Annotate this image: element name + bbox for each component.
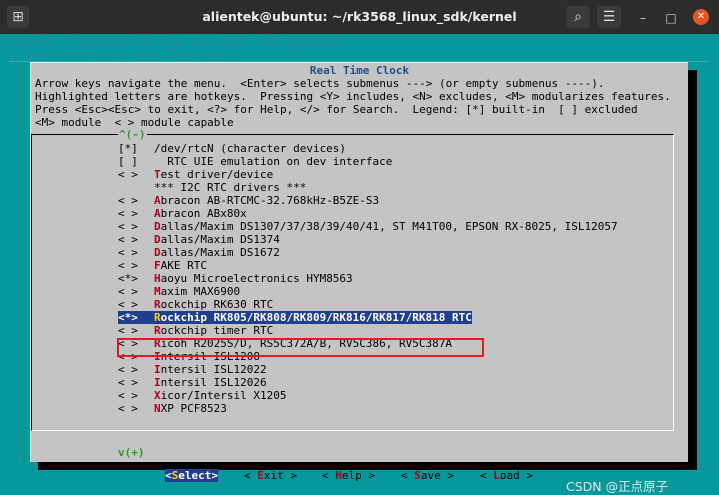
menu-item[interactable]: [ ] RTC UIE emulation on dev interface bbox=[118, 155, 392, 168]
dialog-title: Real Time Clock bbox=[309, 64, 410, 77]
maximize-icon[interactable]: □ bbox=[664, 11, 678, 25]
item-marker: [*] bbox=[118, 142, 138, 155]
item-marker: < > bbox=[118, 376, 138, 389]
item-label: ockchip timer RTC bbox=[160, 324, 274, 337]
item-marker: < > bbox=[118, 285, 138, 298]
item-label: allas/Maxim DS1374 bbox=[160, 233, 280, 246]
item-hotkey: T bbox=[154, 168, 161, 181]
terminal-area[interactable]: .config - Linux/arm64 4.19.232 Kernel Co… bbox=[0, 34, 719, 495]
item-hotkey: R bbox=[154, 324, 161, 337]
item-hotkey: M bbox=[154, 285, 161, 298]
item-label: icor/Intersil X1205 bbox=[160, 389, 287, 402]
item-hotkey: D bbox=[154, 233, 161, 246]
menu-item[interactable]: < > Rockchip RK630 RTC bbox=[118, 298, 273, 311]
item-label: axim MAX6900 bbox=[160, 285, 241, 298]
item-marker: < > bbox=[118, 324, 138, 337]
item-hotkey: A bbox=[154, 207, 161, 220]
menu-item[interactable]: < > NXP PCF8523 bbox=[118, 402, 227, 415]
scroll-up-indicator: ^(-) bbox=[118, 128, 147, 141]
menu-item[interactable]: < > Test driver/device bbox=[118, 168, 273, 181]
item-marker: < > bbox=[118, 207, 138, 220]
item-label: ntersil ISL12026 bbox=[160, 376, 267, 389]
item-marker: < > bbox=[118, 194, 138, 207]
item-label: aoyu Microelectronics HYM8563 bbox=[160, 272, 353, 285]
item-label: XP PCF8523 bbox=[160, 402, 227, 415]
select-button[interactable]: <Select> bbox=[165, 469, 218, 482]
menu-item[interactable]: <*> Haoyu Microelectronics HYM8563 bbox=[118, 272, 353, 285]
load-button[interactable]: < Load > bbox=[480, 469, 533, 482]
item-hotkey: R bbox=[154, 311, 161, 324]
minimize-icon[interactable]: – bbox=[636, 11, 650, 25]
item-label: allas/Maxim DS1672 bbox=[160, 246, 280, 259]
menu-item[interactable]: < > Abracon ABx80x bbox=[118, 207, 247, 220]
close-icon[interactable]: ✕ bbox=[693, 9, 709, 25]
help-button[interactable]: < Help > bbox=[322, 469, 375, 482]
item-marker: < > bbox=[118, 363, 138, 376]
item-label: bracon ABx80x bbox=[160, 207, 247, 220]
item-hotkey: I bbox=[154, 363, 161, 376]
item-marker: <*> bbox=[118, 311, 138, 324]
menu-item[interactable]: < > Intersil ISL12026 bbox=[118, 376, 267, 389]
item-hotkey: X bbox=[154, 389, 161, 402]
item-label: allas/Maxim DS1307/37/38/39/40/41, ST M4… bbox=[160, 220, 618, 233]
watermark: CSDN @正点原子 bbox=[566, 479, 669, 494]
item-hotkey: D bbox=[154, 246, 161, 259]
search-icon[interactable]: ⌕ bbox=[566, 6, 590, 28]
item-label: *** I2C RTC drivers *** bbox=[154, 181, 307, 194]
item-label: bracon AB-RTCMC-32.768kHz-B5ZE-S3 bbox=[160, 194, 380, 207]
item-marker: < > bbox=[118, 402, 138, 415]
menu-item-selected[interactable]: <*> Rockchip RK805/RK808/RK809/RK816/RK81… bbox=[118, 311, 472, 324]
menu-item[interactable]: < > Dallas/Maxim DS1374 bbox=[118, 233, 280, 246]
item-label: ockchip RK805/RK808/RK809/RK816/RK817/RK… bbox=[160, 311, 472, 324]
menu-item[interactable]: [*] /dev/rtcN (character devices) bbox=[118, 142, 346, 155]
item-label: AKE RTC bbox=[160, 259, 207, 272]
menu-item[interactable]: < > Dallas/Maxim DS1307/37/38/39/40/41, S… bbox=[118, 220, 618, 233]
help-line: Press <Esc><Esc> to exit, <?> for Help, … bbox=[35, 103, 638, 116]
menuconfig-dialog: Real Time Clock Arrow keys navigate the … bbox=[30, 62, 688, 482]
item-marker: < > bbox=[118, 259, 138, 272]
dialog-shadow bbox=[688, 70, 697, 470]
help-text: Arrow keys navigate the menu. <Enter> se… bbox=[35, 77, 671, 129]
menu-item[interactable]: < > FAKE RTC bbox=[118, 259, 207, 272]
menu-item: *** I2C RTC drivers *** bbox=[118, 181, 306, 194]
item-label: ockchip RK630 RTC bbox=[160, 298, 274, 311]
menu-item[interactable]: < > Rockchip timer RTC bbox=[118, 324, 273, 337]
menu-item[interactable]: < > Abracon AB-RTCMC-32.768kHz-B5ZE-S3 bbox=[118, 194, 379, 207]
menu-item[interactable]: < > Dallas/Maxim DS1672 bbox=[118, 246, 280, 259]
hamburger-menu-icon[interactable]: ☰ bbox=[597, 6, 621, 28]
item-marker: [ ] bbox=[118, 155, 138, 168]
item-marker: < > bbox=[118, 298, 138, 311]
item-hotkey: D bbox=[154, 220, 161, 233]
title-bar: ⊞ alientek@ubuntu: ~/rk3568_linux_sdk/ke… bbox=[0, 0, 719, 34]
item-marker: < > bbox=[118, 246, 138, 259]
item-label: RTC UIE emulation on dev interface bbox=[154, 155, 393, 168]
item-label: ntersil ISL12022 bbox=[160, 363, 267, 376]
item-hotkey: A bbox=[154, 194, 161, 207]
menu-item[interactable]: < > Intersil ISL12022 bbox=[118, 363, 267, 376]
item-hotkey: N bbox=[154, 402, 161, 415]
item-marker: < > bbox=[118, 389, 138, 402]
item-marker: < > bbox=[118, 233, 138, 246]
terminal-window: ⊞ alientek@ubuntu: ~/rk3568_linux_sdk/ke… bbox=[0, 0, 719, 495]
item-marker: < > bbox=[118, 168, 138, 181]
item-label: /dev/rtcN (character devices) bbox=[154, 142, 347, 155]
exit-button[interactable]: < Exit > bbox=[244, 469, 297, 482]
item-label: est driver/device bbox=[160, 168, 274, 181]
item-hotkey: I bbox=[154, 376, 161, 389]
save-button[interactable]: < Save > bbox=[401, 469, 454, 482]
menu-item[interactable]: < > Xicor/Intersil X1205 bbox=[118, 389, 286, 402]
item-hotkey: H bbox=[154, 272, 161, 285]
scroll-down-indicator: v(+) bbox=[118, 446, 145, 459]
item-marker: <*> bbox=[118, 272, 138, 285]
help-line: Highlighted letters are hotkeys. Pressin… bbox=[35, 90, 671, 103]
item-hotkey: R bbox=[154, 298, 161, 311]
item-hotkey: F bbox=[154, 259, 161, 272]
highlight-box bbox=[117, 338, 484, 357]
menu-item[interactable]: < > Maxim MAX6900 bbox=[118, 285, 240, 298]
item-marker: < > bbox=[118, 220, 138, 233]
help-line: Arrow keys navigate the menu. <Enter> se… bbox=[35, 77, 605, 90]
